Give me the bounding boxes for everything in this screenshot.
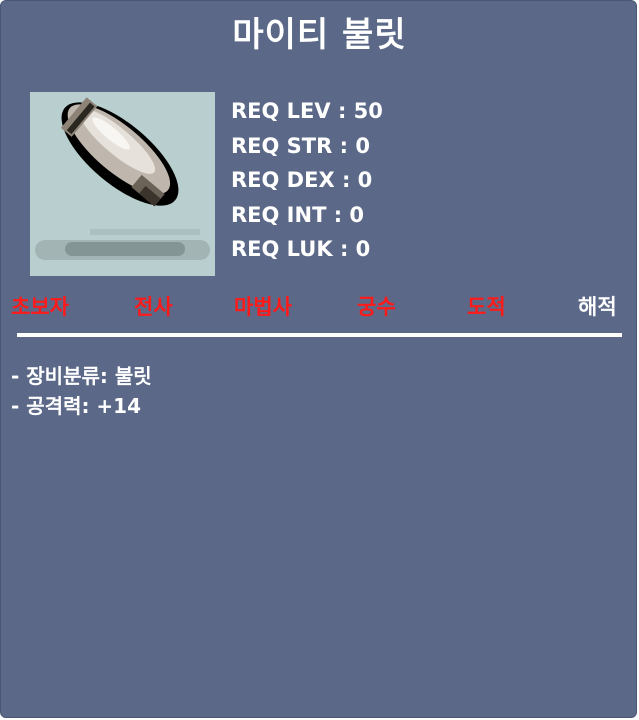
bullet-item-icon xyxy=(35,97,210,260)
req-luk: REQ LUK : 0 xyxy=(231,237,371,262)
item-tooltip: 마이티 불릿 REQ LEV : 50 REQ STR : 0 REQ DEX xyxy=(0,0,637,718)
job-beginner: 초보자 xyxy=(11,295,69,319)
divider xyxy=(17,333,622,337)
requirements-list: REQ LEV : 50 REQ STR : 0 REQ DEX : 0 REQ… xyxy=(231,94,383,267)
job-thief: 도적 xyxy=(467,295,506,319)
job-magician: 마법사 xyxy=(234,295,292,319)
req-dex: REQ DEX : 0 xyxy=(231,168,373,193)
job-list: 초보자 전사 마법사 궁수 도적 해적 xyxy=(1,291,638,327)
req-int: REQ INT : 0 xyxy=(231,202,365,227)
item-icon-frame xyxy=(30,92,215,276)
job-bowman: 궁수 xyxy=(357,295,396,319)
detail-category: - 장비분류: 불릿 xyxy=(11,364,152,388)
req-level: REQ LEV : 50 xyxy=(231,99,383,123)
job-warrior: 전사 xyxy=(134,295,173,319)
job-pirate: 해적 xyxy=(578,295,617,319)
req-str: REQ STR : 0 xyxy=(231,133,370,158)
detail-attack: - 공격력: +14 xyxy=(11,394,142,418)
item-details: - 장비분류: 불릿 - 공격력: +14 xyxy=(11,361,152,421)
item-name: 마이티 불릿 xyxy=(232,15,407,55)
